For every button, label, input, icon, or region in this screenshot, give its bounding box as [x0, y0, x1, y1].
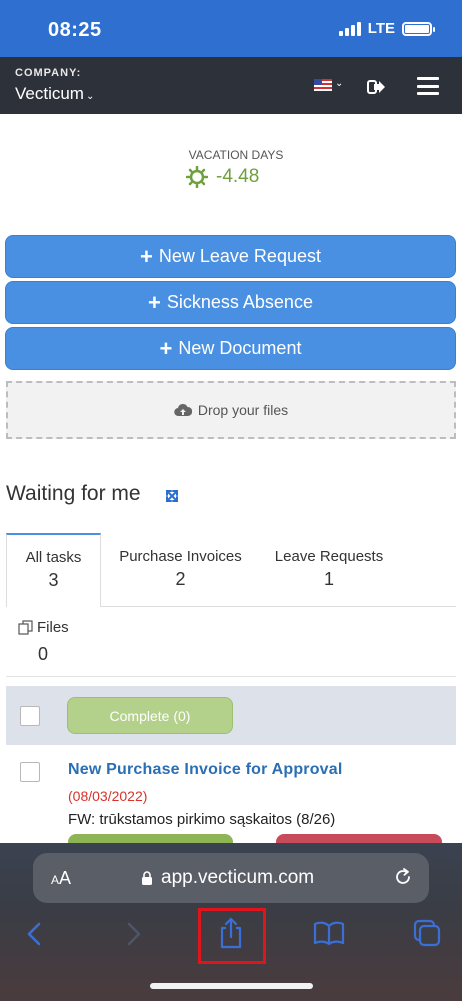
- hamburger-menu-icon[interactable]: [417, 77, 439, 95]
- tab-label: Purchase Invoices: [119, 548, 242, 565]
- dropzone-label: Drop your files: [197, 402, 289, 418]
- sun-icon: [186, 166, 208, 188]
- tab-divider: [100, 606, 456, 607]
- vacation-days: -4.48: [186, 166, 259, 188]
- new-document-label: New Document: [178, 338, 302, 358]
- us-flag-icon[interactable]: [314, 79, 332, 91]
- tab-count: 0: [38, 644, 49, 664]
- lock-icon: [142, 870, 152, 885]
- task-title-link[interactable]: New Purchase Invoice for Approval: [68, 761, 343, 779]
- company-name: Vecticum: [15, 84, 84, 103]
- address-bar[interactable]: AA app.vecticum.com: [33, 853, 429, 903]
- share-icon[interactable]: [216, 916, 246, 950]
- language-chevron-down-icon[interactable]: ⌄: [335, 78, 343, 89]
- signal-icon: [338, 21, 361, 36]
- tab-label: Files: [37, 619, 69, 636]
- tab-leave-requests[interactable]: Leave Requests 1: [264, 548, 394, 590]
- divider: [6, 676, 456, 677]
- sickness-absence-button[interactable]: + Sickness Absence: [5, 281, 456, 324]
- tab-label: Leave Requests: [274, 548, 384, 565]
- waiting-for-me-title: Waiting for me: [6, 482, 141, 505]
- status-time: 08:25: [48, 19, 102, 41]
- expand-icon[interactable]: [165, 489, 179, 503]
- tab-all-tasks[interactable]: All tasks 3: [6, 533, 101, 607]
- plus-icon: +: [140, 243, 153, 269]
- app-header: COMPANY: Vecticum ⌄ ⌄: [0, 57, 462, 114]
- new-leave-request-label: New Leave Request: [158, 246, 321, 266]
- reader-aa-button[interactable]: AA: [51, 868, 71, 889]
- chevron-down-icon: ⌄: [85, 91, 95, 102]
- vacation-days-label: VACATION DAYS: [188, 148, 284, 162]
- bookmarks-icon[interactable]: [312, 920, 346, 946]
- files-icon: [18, 620, 33, 635]
- task-date: (08/03/2022): [68, 788, 148, 804]
- tab-count: 1: [323, 569, 334, 589]
- tab-files[interactable]: Files 0: [18, 619, 69, 664]
- tab-label: All tasks: [25, 549, 82, 566]
- complete-button[interactable]: Complete (0): [67, 697, 233, 734]
- cloud-upload-icon: [174, 403, 192, 417]
- company-selector[interactable]: Vecticum ⌄: [15, 84, 94, 104]
- battery-icon: [402, 21, 435, 36]
- task-checkbox[interactable]: [20, 762, 40, 782]
- back-icon[interactable]: [25, 921, 43, 947]
- tabs-icon[interactable]: [412, 918, 442, 948]
- plus-icon: +: [159, 335, 173, 361]
- tab-count: 2: [175, 569, 186, 589]
- url-text: app.vecticum.com: [161, 867, 315, 888]
- tab-count: 3: [48, 570, 59, 590]
- status-bar: 08:25 LTE: [0, 0, 462, 57]
- home-indicator: [150, 983, 313, 989]
- new-leave-request-button[interactable]: + New Leave Request: [5, 235, 456, 278]
- plus-icon: +: [148, 289, 161, 315]
- task-description: FW: trūkstamos pirkimo sąskaitos (8/26): [68, 811, 336, 828]
- forward-icon[interactable]: [125, 921, 143, 947]
- network-type: LTE: [367, 20, 395, 37]
- new-document-button[interactable]: + New Document: [5, 327, 456, 370]
- select-all-checkbox[interactable]: [20, 706, 40, 726]
- company-label: COMPANY:: [15, 67, 82, 79]
- logout-icon[interactable]: [367, 79, 385, 95]
- vacation-days-value: -4.48: [216, 166, 260, 187]
- status-indicators: LTE: [338, 20, 435, 37]
- task-list-header: Complete (0): [6, 686, 456, 745]
- file-dropzone[interactable]: Drop your files: [6, 381, 456, 439]
- reload-icon[interactable]: [393, 867, 413, 887]
- url-display[interactable]: app.vecticum.com: [141, 867, 314, 889]
- tab-purchase-invoices[interactable]: Purchase Invoices 2: [108, 548, 253, 590]
- sickness-absence-label: Sickness Absence: [166, 292, 313, 312]
